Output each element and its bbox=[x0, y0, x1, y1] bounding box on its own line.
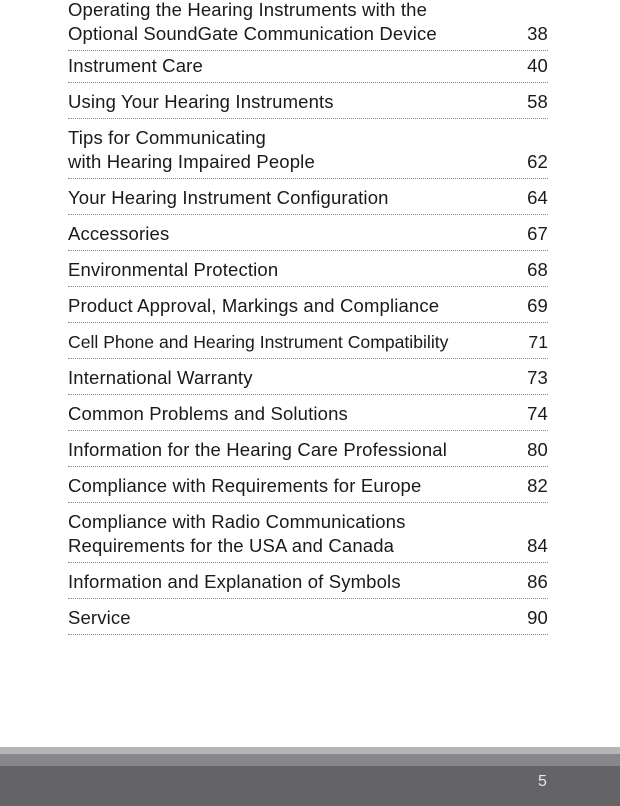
toc-entry[interactable]: Environmental Protection 68 bbox=[68, 258, 548, 287]
toc-entry-title: Compliance with Requirements for Europe bbox=[68, 475, 422, 496]
toc-entry-page: 67 bbox=[527, 223, 548, 244]
toc-entry-page: 73 bbox=[527, 367, 548, 388]
toc-entry-page: 90 bbox=[527, 607, 548, 628]
toc-entry[interactable]: Information for the Hearing Care Profess… bbox=[68, 438, 548, 467]
footer-band-mid bbox=[0, 754, 620, 766]
toc-entry-title: International Warranty bbox=[68, 367, 253, 388]
toc-entry-page: 74 bbox=[527, 403, 548, 424]
toc-entry[interactable]: Operating the Hearing Instruments with t… bbox=[68, 0, 548, 51]
toc-entry-title: Accessories bbox=[68, 223, 170, 244]
toc-entry-title: Your Hearing Instrument Configuration bbox=[68, 187, 389, 208]
toc-entry[interactable]: Using Your Hearing Instruments 58 bbox=[68, 90, 548, 119]
toc-entry-page: 80 bbox=[527, 439, 548, 460]
toc-entry[interactable]: Cell Phone and Hearing Instrument Compat… bbox=[68, 330, 548, 359]
toc-entry-title: Environmental Protection bbox=[68, 259, 279, 280]
toc-entry-page: 58 bbox=[527, 91, 548, 112]
toc-entry[interactable]: Your Hearing Instrument Configuration 64 bbox=[68, 186, 548, 215]
toc-entry-page: 84 bbox=[527, 535, 548, 556]
toc-entry-title: Using Your Hearing Instruments bbox=[68, 91, 334, 112]
toc-entry[interactable]: Common Problems and Solutions 74 bbox=[68, 402, 548, 431]
toc-entry-title: Compliance with Radio Communications Req… bbox=[68, 511, 406, 556]
toc-entry-title: Service bbox=[68, 607, 131, 628]
toc-entry-title: Operating the Hearing Instruments with t… bbox=[68, 0, 437, 44]
toc-entry[interactable]: International Warranty 73 bbox=[68, 366, 548, 395]
toc-entry-page: 64 bbox=[527, 187, 548, 208]
toc-entry-title: Instrument Care bbox=[68, 55, 203, 76]
toc-entry[interactable]: Instrument Care 40 bbox=[68, 54, 548, 83]
toc-entry-page: 40 bbox=[527, 55, 548, 76]
toc-entry[interactable]: Service 90 bbox=[68, 606, 548, 635]
page-number: 5 bbox=[538, 773, 547, 790]
toc-entry-title: Cell Phone and Hearing Instrument Compat… bbox=[68, 332, 449, 352]
toc-entry-title: Tips for Communicating with Hearing Impa… bbox=[68, 127, 315, 172]
toc-entry[interactable]: Information and Explanation of Symbols 8… bbox=[68, 570, 548, 599]
toc-entry-page: 38 bbox=[527, 23, 548, 44]
toc-entry-page: 62 bbox=[527, 151, 548, 172]
toc-entry-title: Information and Explanation of Symbols bbox=[68, 571, 401, 592]
toc-entry[interactable]: Compliance with Radio Communications Req… bbox=[68, 510, 548, 563]
footer-band bbox=[0, 766, 620, 806]
toc-entry-title: Common Problems and Solutions bbox=[68, 403, 348, 424]
toc-entry[interactable]: Compliance with Requirements for Europe … bbox=[68, 474, 548, 503]
toc-entry-page: 86 bbox=[527, 571, 548, 592]
toc-entry[interactable]: Accessories 67 bbox=[68, 222, 548, 251]
toc-entry-title: Product Approval, Markings and Complianc… bbox=[68, 295, 440, 316]
toc-entry-page: 82 bbox=[527, 475, 548, 496]
toc-entry-title: Information for the Hearing Care Profess… bbox=[68, 439, 447, 460]
toc-entry-page: 69 bbox=[527, 295, 548, 316]
toc-entry[interactable]: Tips for Communicating with Hearing Impa… bbox=[68, 126, 548, 179]
toc-entry-page: 68 bbox=[527, 259, 548, 280]
toc-entry[interactable]: Product Approval, Markings and Complianc… bbox=[68, 294, 548, 323]
toc-entry-page: 71 bbox=[528, 332, 548, 352]
